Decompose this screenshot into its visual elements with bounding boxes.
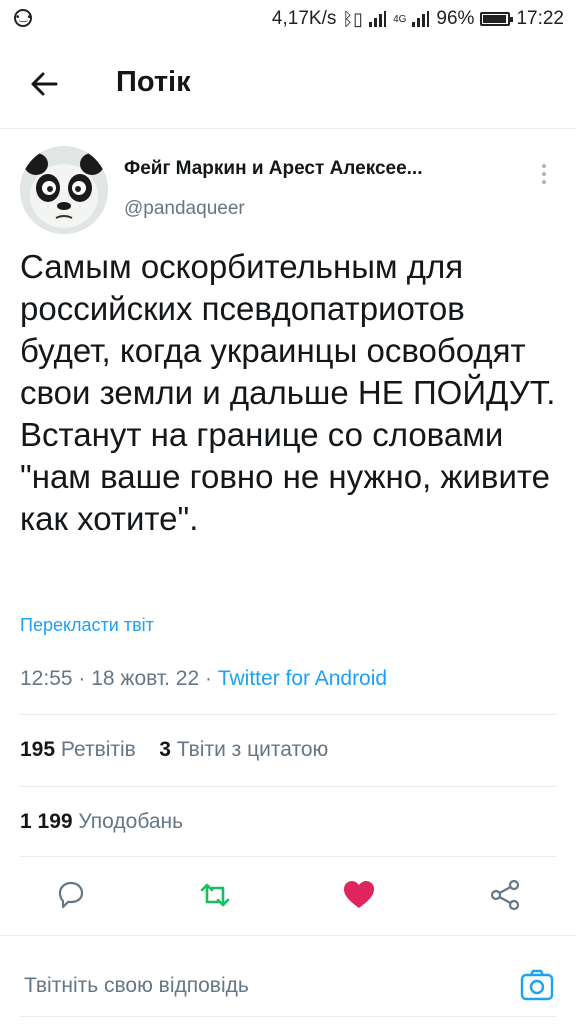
- reply-input[interactable]: Твітніть свою відповідь: [24, 974, 249, 998]
- divider: [20, 856, 556, 857]
- network-speed: 4,17K/s: [271, 8, 337, 29]
- tweet-text: Самым оскорбительным для российских псев…: [20, 248, 556, 537]
- likes-count[interactable]: 1 199: [20, 810, 73, 833]
- clock: 17:22: [516, 8, 564, 29]
- retweet-icon[interactable]: [198, 878, 232, 912]
- retweets-count[interactable]: 195: [20, 738, 55, 761]
- avatar[interactable]: [20, 146, 108, 234]
- author-name[interactable]: Фейг Маркин и Арест Алексее...: [124, 158, 423, 180]
- battery-percent: 96%: [436, 8, 475, 29]
- reply-bar: Твітніть свою відповідь: [0, 935, 576, 1025]
- status-right: 4,17K/s ᛒ▯ 4G 96% 17:22: [272, 8, 564, 30]
- battery-icon: [480, 12, 514, 26]
- divider: [20, 714, 556, 715]
- divider: [20, 786, 556, 787]
- translate-link[interactable]: Перекласти твіт: [20, 615, 154, 636]
- divider: [20, 1016, 556, 1017]
- retweet-stats: 195 Ретвітів 3 Твіти з цитатою: [20, 738, 328, 762]
- like-stats: 1 199 Уподобань: [20, 810, 183, 834]
- bluetooth-icon: ᛒ▯: [342, 8, 364, 29]
- likes-label[interactable]: Уподобань: [78, 810, 183, 833]
- status-bar: •‿• 4,17K/s ᛒ▯ 4G 96% 17:22: [0, 0, 576, 40]
- quotes-count[interactable]: 3: [159, 738, 171, 761]
- more-options-icon[interactable]: [534, 160, 554, 190]
- camera-icon[interactable]: [520, 968, 554, 1002]
- app-header: Потік: [0, 40, 576, 129]
- tweet-source[interactable]: Twitter for Android: [218, 667, 387, 690]
- back-arrow-icon[interactable]: [26, 64, 66, 104]
- tweet-time: 12:55: [20, 667, 73, 690]
- tweet-meta: 12:55 · 18 жовт. 22 · Twitter for Androi…: [20, 667, 388, 690]
- share-icon[interactable]: [488, 878, 522, 912]
- network-type: 4G: [393, 13, 407, 25]
- signal-icon-2: [412, 11, 430, 27]
- quotes-label[interactable]: Твіти з цитатою: [177, 738, 329, 761]
- notification-icon: •‿•: [14, 9, 32, 27]
- signal-icon: [369, 11, 387, 27]
- tweet-actions: [0, 870, 576, 920]
- reply-icon[interactable]: [54, 878, 88, 912]
- tweet-date: 18 жовт. 22: [91, 667, 200, 690]
- like-icon[interactable]: [342, 878, 376, 912]
- author-handle[interactable]: @pandaqueer: [124, 198, 245, 220]
- page-title: Потік: [116, 66, 191, 98]
- retweets-label[interactable]: Ретвітів: [61, 738, 136, 761]
